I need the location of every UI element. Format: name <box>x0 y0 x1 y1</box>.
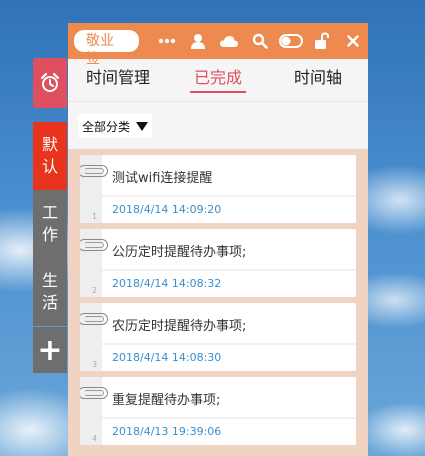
add-category-button[interactable]: + <box>33 327 67 373</box>
tab-time-management[interactable]: 时间管理 <box>68 59 168 101</box>
brand-logo[interactable]: 敬业签 <box>74 30 139 67</box>
alarm-clock-icon <box>40 72 60 92</box>
plus-icon: + <box>37 332 63 368</box>
user-icon[interactable] <box>182 23 213 59</box>
item-title: 重复提醒待办事项; <box>112 393 221 408</box>
unlock-icon[interactable] <box>306 23 337 59</box>
toggle-icon[interactable] <box>275 23 306 59</box>
title-bar: 敬业签 <box>68 23 368 67</box>
item-divider <box>102 417 356 419</box>
search-icon[interactable] <box>244 23 275 59</box>
category-label-line2: 认 <box>41 157 58 176</box>
cloud-icon[interactable] <box>213 23 244 59</box>
triangle-down-icon <box>136 121 149 131</box>
item-timestamp: 2018/4/13 19:39:06 <box>112 425 222 438</box>
item-number: 2 <box>92 286 98 295</box>
category-label-line1: 默 <box>41 135 58 154</box>
paperclip-inner <box>84 168 104 174</box>
item-body: 重复提醒待办事项; 2018/4/13 19:39:06 <box>102 377 356 445</box>
item-body: 测试wifi连接提醒 2018/4/14 14:09:20 <box>102 155 356 223</box>
item-title: 测试wifi连接提醒 <box>112 171 213 186</box>
close-icon[interactable] <box>337 23 368 59</box>
tab-bar: 时间管理 已完成 时间轴 <box>68 59 368 101</box>
list-item[interactable]: 2 公历定时提醒待办事项; 2018/4/14 14:08:32 <box>78 229 356 297</box>
item-body: 农历定时提醒待办事项; 2018/4/14 14:08:30 <box>102 303 356 371</box>
item-timestamp: 2018/4/14 14:08:30 <box>112 351 222 364</box>
item-title: 公历定时提醒待办事项; <box>112 245 247 260</box>
item-title: 农历定时提醒待办事项; <box>112 319 247 334</box>
toolbar <box>151 23 368 59</box>
list-item[interactable]: 4 重复提醒待办事项; 2018/4/13 19:39:06 <box>78 377 356 445</box>
category-tab-default[interactable]: 默 认 <box>33 122 67 190</box>
item-divider <box>102 195 356 197</box>
item-number: 3 <box>92 360 98 369</box>
item-timestamp: 2018/4/14 14:09:20 <box>112 203 222 216</box>
main-panel: 敬业签 时间管理 已完成 时间轴 全部分类 1 测试wifi连接提醒 2018/… <box>68 23 368 456</box>
category-tab-life[interactable]: 生 活 <box>33 258 67 326</box>
list-item[interactable]: 1 测试wifi连接提醒 2018/4/14 14:09:20 <box>78 155 356 223</box>
item-body: 公历定时提醒待办事项; 2018/4/14 14:08:32 <box>102 229 356 297</box>
category-label-line2: 活 <box>41 293 58 312</box>
item-divider <box>102 343 356 345</box>
category-tab-work[interactable]: 工 作 <box>33 190 67 258</box>
list-item[interactable]: 3 农历定时提醒待办事项; 2018/4/14 14:08:30 <box>78 303 356 371</box>
item-divider <box>102 269 356 271</box>
more-icon[interactable] <box>151 23 182 59</box>
alarm-tab[interactable] <box>33 58 67 108</box>
item-number: 4 <box>92 434 98 443</box>
tab-completed[interactable]: 已完成 <box>168 59 268 101</box>
category-filter-dropdown[interactable]: 全部分类 <box>78 114 153 138</box>
paperclip-inner <box>84 242 104 248</box>
paperclip-inner <box>84 390 104 396</box>
category-label-line1: 生 <box>41 271 58 290</box>
category-filter-value: 全部分类 <box>82 119 131 134</box>
item-timestamp: 2018/4/14 14:08:32 <box>112 277 222 290</box>
tab-timeline[interactable]: 时间轴 <box>268 59 368 101</box>
item-number: 1 <box>92 212 98 221</box>
category-label-line1: 工 <box>41 203 58 222</box>
completed-list: 1 测试wifi连接提醒 2018/4/14 14:09:20 2 公历定时提醒… <box>68 149 368 445</box>
category-label-line2: 作 <box>41 225 58 244</box>
paperclip-inner <box>84 316 104 322</box>
filter-bar: 全部分类 <box>68 101 368 149</box>
